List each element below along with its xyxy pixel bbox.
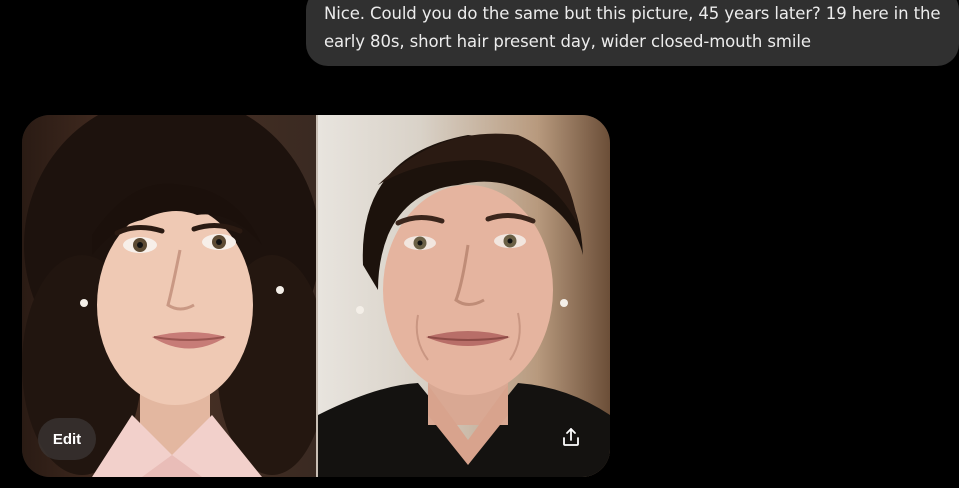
chat-page: Nice. Could you do the same but this pic… — [0, 0, 959, 488]
generated-image-card[interactable] — [22, 115, 610, 477]
user-message-text: Nice. Could you do the same but this pic… — [324, 4, 941, 51]
edit-button[interactable]: Edit — [38, 418, 96, 460]
user-message-bubble: Nice. Could you do the same but this pic… — [306, 0, 959, 66]
share-upload-icon — [561, 427, 581, 451]
share-button[interactable] — [554, 422, 588, 456]
